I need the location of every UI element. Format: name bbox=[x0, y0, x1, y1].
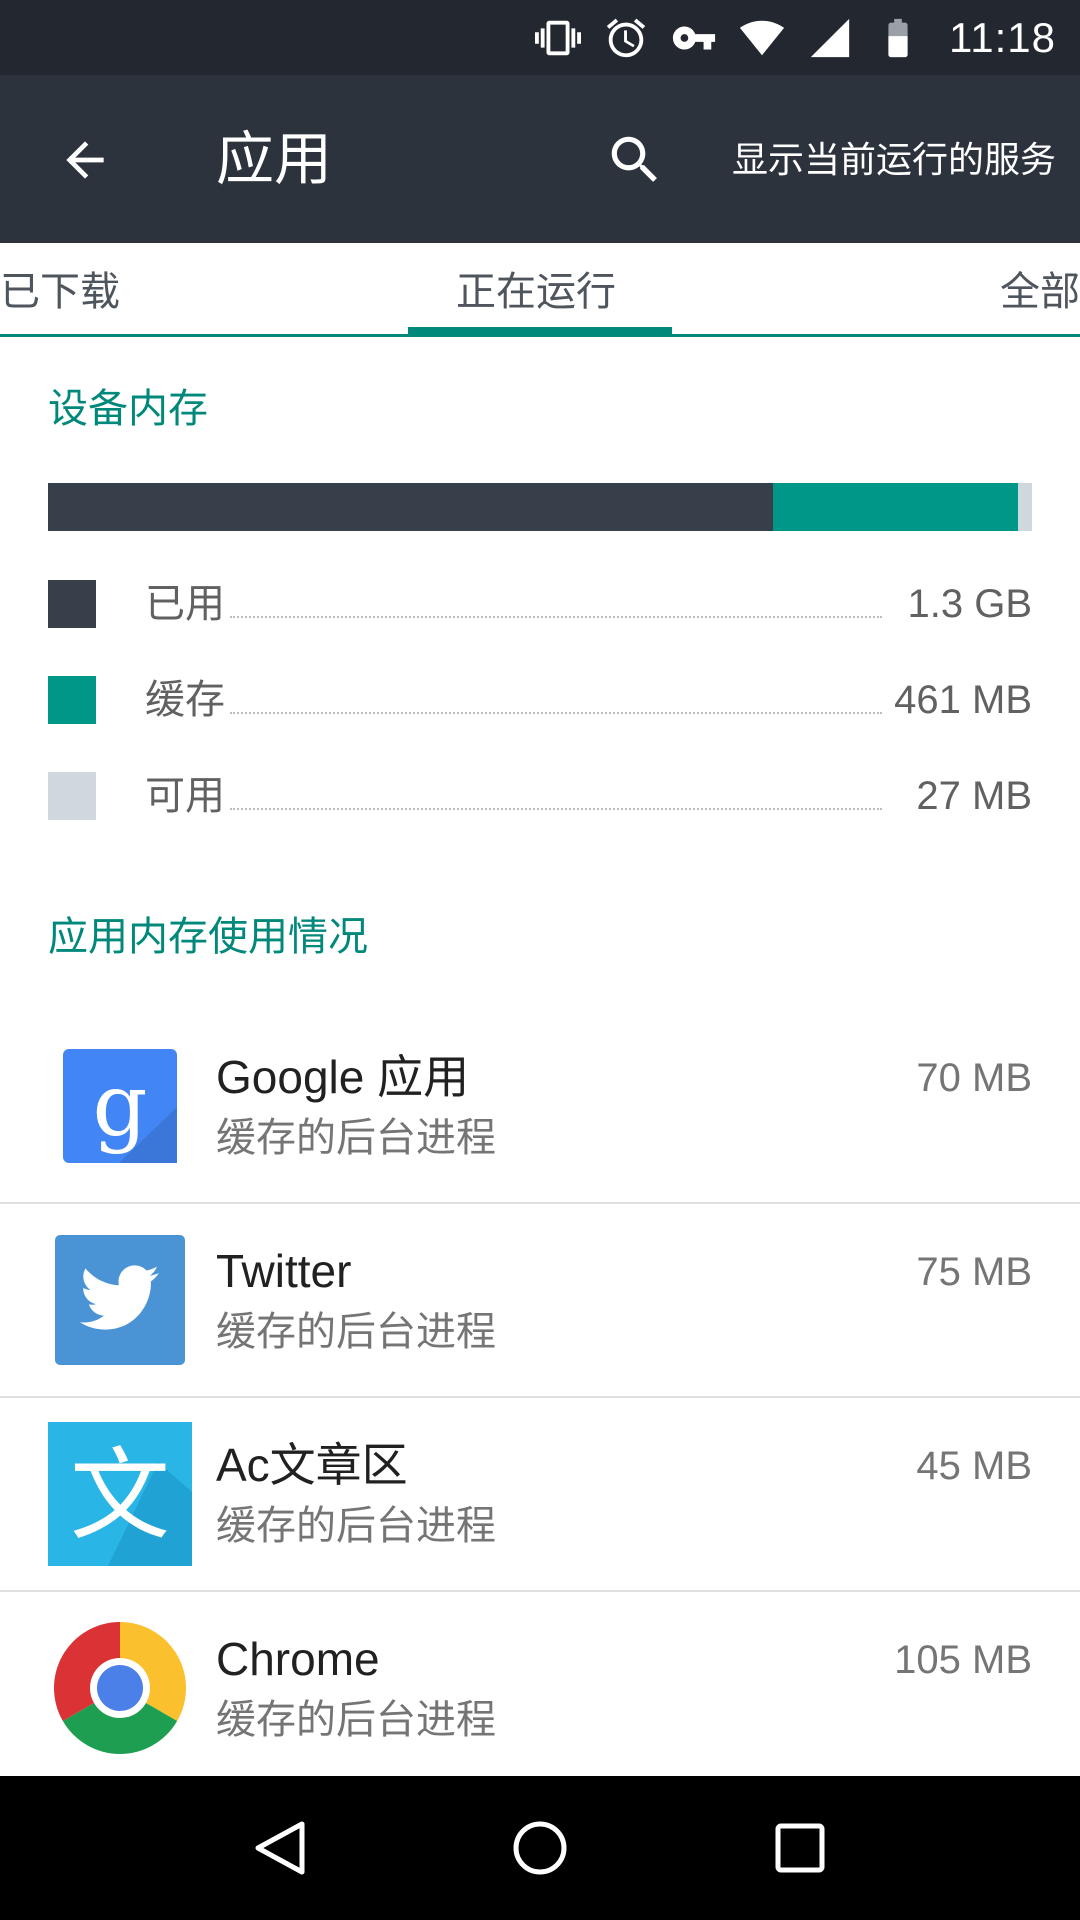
google-app-icon: g bbox=[48, 1034, 192, 1178]
app-status: 缓存的后台进程 bbox=[216, 1115, 496, 1161]
clock: 11:18 bbox=[949, 13, 1056, 61]
nav-recents-button[interactable] bbox=[755, 1803, 845, 1893]
legend-used: 已用 1.3 GB bbox=[48, 578, 1032, 630]
legend-value: 461 MB bbox=[890, 674, 1032, 726]
navigation-bar bbox=[0, 1776, 1080, 1920]
memory-cached-segment bbox=[773, 483, 1019, 531]
back-nav-icon bbox=[255, 1821, 305, 1875]
search-icon bbox=[611, 136, 657, 182]
leader-dots bbox=[230, 616, 882, 618]
app-name: Chrome bbox=[216, 1633, 380, 1685]
app-name: Google 应用 bbox=[216, 1051, 470, 1103]
app-status: 缓存的后台进程 bbox=[216, 1697, 496, 1743]
status-bar: 11:18 bbox=[0, 0, 1080, 75]
legend-label: 缓存 bbox=[145, 674, 229, 726]
app-size: 45 MB bbox=[916, 1444, 1032, 1488]
tab-indicator bbox=[408, 327, 672, 335]
twitter-icon bbox=[48, 1228, 192, 1372]
battery-icon bbox=[875, 15, 921, 61]
legend-cached: 缓存 461 MB bbox=[48, 674, 1032, 726]
home-nav-icon bbox=[513, 1821, 567, 1875]
app-size: 75 MB bbox=[916, 1250, 1032, 1294]
app-name: Twitter bbox=[216, 1245, 352, 1297]
tab-all[interactable]: 全部 bbox=[1000, 267, 1080, 317]
page-title: 应用 bbox=[216, 125, 333, 193]
legend-label: 已用 bbox=[145, 578, 229, 630]
search-button[interactable] bbox=[598, 123, 672, 197]
app-memory-title: 应用内存使用情况 bbox=[48, 914, 368, 960]
list-item-twitter[interactable]: Twitter 缓存的后台进程 75 MB bbox=[0, 1204, 1080, 1398]
recents-nav-icon bbox=[775, 1823, 825, 1873]
cached-swatch bbox=[48, 676, 96, 724]
leader-dots bbox=[230, 712, 882, 714]
app-status: 缓存的后台进程 bbox=[216, 1503, 496, 1549]
leader-dots bbox=[230, 808, 882, 810]
tab-bar: 已下载 正在运行 全部 bbox=[0, 243, 1080, 337]
nav-home-button[interactable] bbox=[495, 1803, 585, 1893]
legend-free: 可用 27 MB bbox=[48, 770, 1032, 822]
memory-used-segment bbox=[48, 483, 774, 531]
svg-text:g: g bbox=[92, 1056, 147, 1156]
app-status: 缓存的后台进程 bbox=[216, 1309, 496, 1355]
list-item-chrome[interactable]: Chrome 缓存的后台进程 105 MB bbox=[0, 1592, 1080, 1786]
used-swatch bbox=[48, 580, 96, 628]
tab-running[interactable]: 正在运行 bbox=[456, 267, 616, 317]
legend-value: 1.3 GB bbox=[903, 578, 1032, 630]
memory-usage-bar bbox=[48, 483, 1032, 531]
svg-text:文: 文 bbox=[70, 1437, 170, 1554]
app-size: 105 MB bbox=[894, 1638, 1032, 1682]
app-size: 70 MB bbox=[916, 1056, 1032, 1100]
tab-downloaded[interactable]: 已下载 bbox=[0, 267, 120, 317]
list-item-ac[interactable]: 文 Ac文章区 缓存的后台进程 45 MB bbox=[0, 1398, 1080, 1592]
device-memory-title: 设备内存 bbox=[48, 386, 208, 432]
list-item-google[interactable]: g Google 应用 缓存的后台进程 70 MB bbox=[0, 1010, 1080, 1204]
legend-value: 27 MB bbox=[912, 770, 1032, 822]
arrow-back-icon bbox=[66, 141, 104, 179]
back-button[interactable] bbox=[50, 125, 120, 195]
app-name: Ac文章区 bbox=[216, 1439, 408, 1491]
signal-icon bbox=[807, 15, 853, 61]
show-running-services-button[interactable]: 显示当前运行的服务 bbox=[732, 133, 1056, 189]
nav-back-button[interactable] bbox=[235, 1803, 325, 1893]
chrome-icon bbox=[48, 1616, 192, 1760]
app-toolbar: 应用 显示当前运行的服务 bbox=[0, 75, 1080, 243]
alarm-icon bbox=[603, 15, 649, 61]
wifi-icon bbox=[739, 15, 785, 61]
ac-article-icon: 文 bbox=[48, 1422, 192, 1566]
free-swatch bbox=[48, 772, 96, 820]
vpn-key-icon bbox=[671, 15, 717, 61]
vibrate-icon bbox=[535, 15, 581, 61]
legend-label: 可用 bbox=[145, 770, 229, 822]
